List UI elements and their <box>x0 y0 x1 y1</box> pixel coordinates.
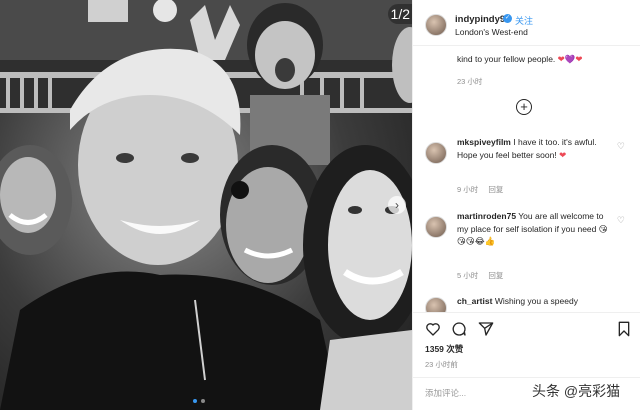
comment-text: ch_artist Wishing you a speedy <box>457 295 612 308</box>
post-header: indypindy9 ✓ 关注 London's West-end <box>413 0 640 46</box>
comment-body: Wishing you a speedy <box>494 296 578 306</box>
bookmark-icon[interactable] <box>616 321 632 337</box>
photo-image <box>0 0 412 410</box>
post-side-panel: indypindy9 ✓ 关注 London's West-end kind t… <box>412 0 640 410</box>
post-date: 23 小时前 <box>425 360 458 369</box>
caption-hearts: ❤💜❤ <box>557 54 583 64</box>
comment-meta: 5 小时 回复 <box>457 270 503 281</box>
comment-username[interactable]: mkspiveyfilm <box>457 137 511 147</box>
comment-emoji: ❤ <box>559 149 567 160</box>
comment-username[interactable]: ch_artist <box>457 296 492 306</box>
reply-button[interactable]: 回复 <box>488 271 503 280</box>
likes-number: 1359 <box>425 344 444 354</box>
slide-counter: 1/2 <box>388 4 412 24</box>
avatar[interactable] <box>425 14 447 36</box>
username-link[interactable]: indypindy9 <box>455 14 505 25</box>
share-paper-plane-icon[interactable] <box>478 321 494 337</box>
location-link[interactable]: London's West-end <box>455 27 528 37</box>
comment-meta: 9 小时 回复 <box>457 184 503 195</box>
comment-bubble-icon[interactable] <box>451 321 467 337</box>
like-heart-icon[interactable] <box>425 321 441 337</box>
like-comment-heart-icon[interactable]: ♡ <box>617 141 625 152</box>
caption-text: kind to your fellow people. ❤💜❤ <box>457 54 582 65</box>
comment-item: mkspiveyfilm I have it too. it's awful. … <box>413 136 640 196</box>
carousel-dot <box>201 399 205 403</box>
verified-check-icon: ✓ <box>503 14 512 23</box>
post-photo[interactable]: 1/2 › <box>0 0 412 410</box>
follow-button[interactable]: 关注 <box>515 14 533 27</box>
caption-tail: kind to your fellow people. <box>457 54 556 64</box>
watermark: 头条 @亮彩猫 <box>528 381 625 401</box>
carousel-dots <box>193 399 205 403</box>
comment-text: mkspiveyfilm I have it too. it's awful. … <box>457 136 612 161</box>
comment-username[interactable]: martinroden75 <box>457 211 516 221</box>
avatar[interactable] <box>425 216 447 238</box>
comment-timestamp: 5 小时 <box>457 271 479 280</box>
avatar[interactable] <box>425 142 447 164</box>
likes-count[interactable]: 1359 次赞 <box>425 343 463 355</box>
caption-timestamp: 23 小时 <box>457 77 483 86</box>
comment-text: martinroden75 You are all welcome to my … <box>457 210 612 248</box>
avatar[interactable] <box>425 297 447 312</box>
reply-button[interactable]: 回复 <box>488 185 503 194</box>
chevron-right-icon[interactable]: › <box>388 196 406 214</box>
comment-timestamp: 9 小时 <box>457 185 479 194</box>
load-more-comments-icon[interactable]: + <box>516 99 532 115</box>
carousel-dot <box>193 399 197 403</box>
like-comment-heart-icon[interactable]: ♡ <box>617 215 625 226</box>
comment-item: martinroden75 You are all welcome to my … <box>413 210 640 286</box>
comment-item: ch_artist Wishing you a speedy <box>413 295 640 312</box>
likes-label: 次赞 <box>446 344 464 354</box>
